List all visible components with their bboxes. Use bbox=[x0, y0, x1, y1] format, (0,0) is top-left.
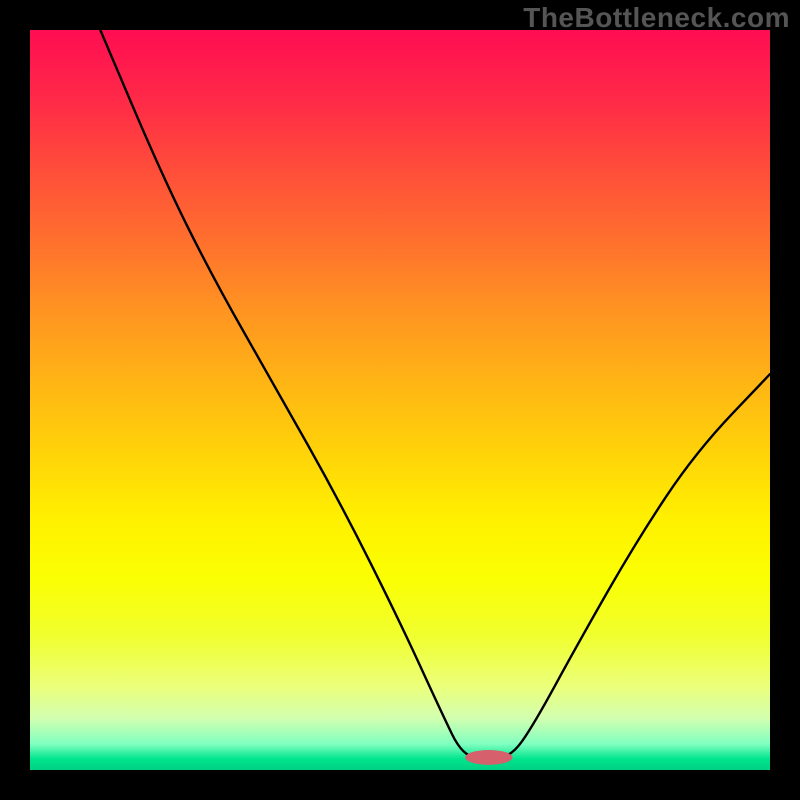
plot-background bbox=[30, 30, 770, 770]
bottleneck-chart bbox=[0, 0, 800, 800]
chart-stage: TheBottleneck.com bbox=[0, 0, 800, 800]
watermark-text: TheBottleneck.com bbox=[523, 2, 790, 34]
optimal-point-marker bbox=[465, 750, 512, 765]
